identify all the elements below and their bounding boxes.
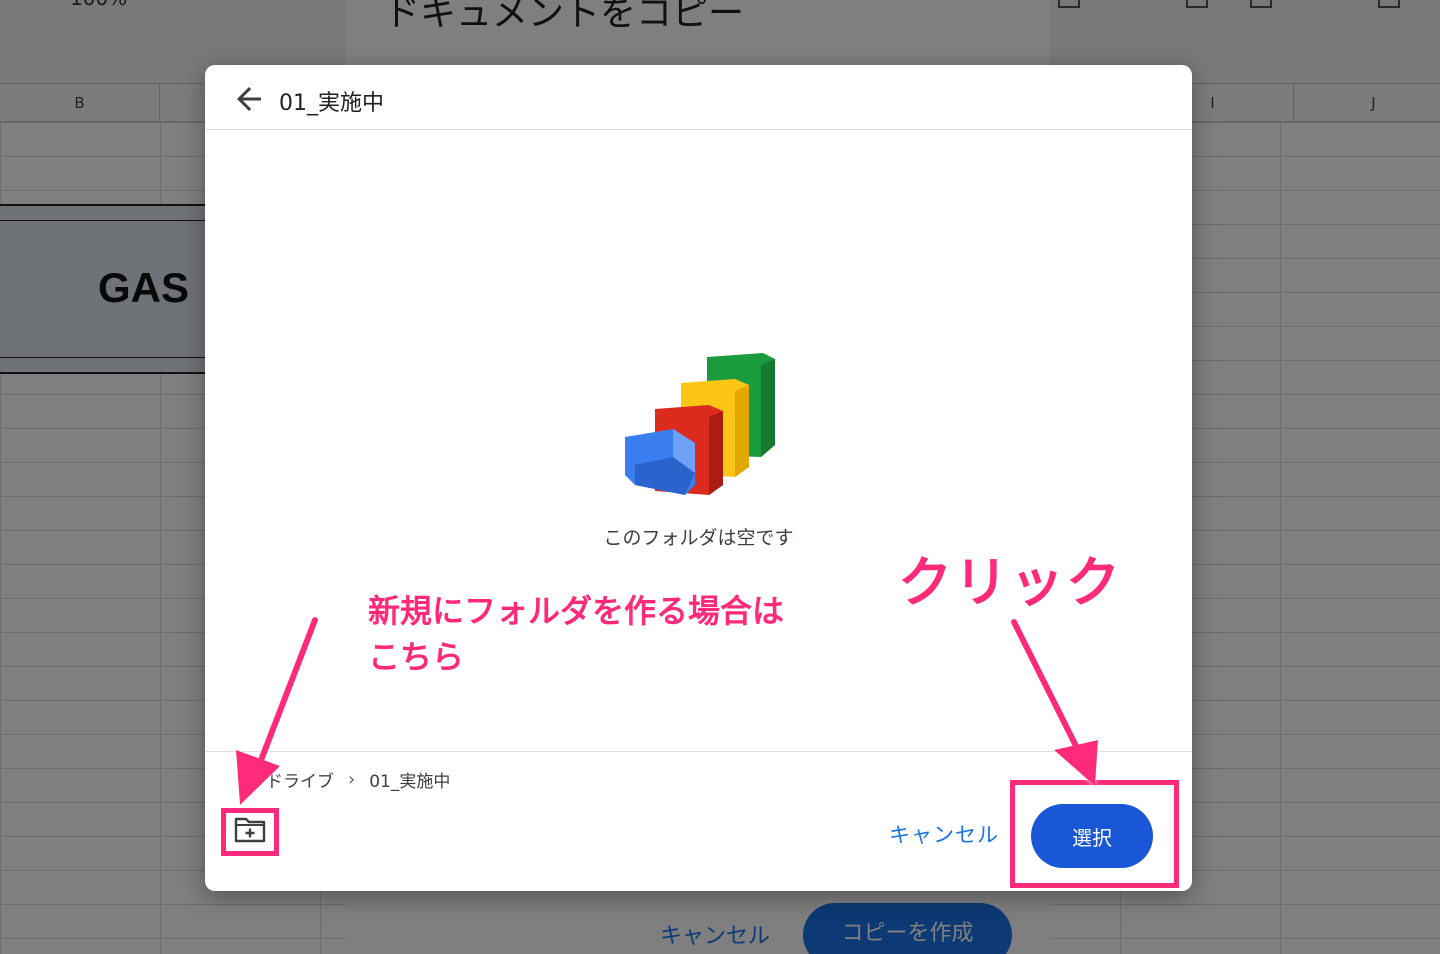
highlight-select-button [1010,780,1179,888]
back-button[interactable] [231,81,267,117]
annotation-click: クリック [898,551,1122,614]
highlight-new-folder [221,808,279,856]
empty-folder-illustration [625,353,775,495]
picker-header: 01_実施中 [205,65,1192,130]
breadcrumb-my-drive[interactable]: イドライブ [249,767,334,792]
footer-divider [205,751,1192,752]
breadcrumb-current-folder[interactable]: 01_実施中 [369,767,450,792]
annotation-new-folder: 新規にフォルダを作る場合は こちら [368,588,848,680]
arrow-back-icon [237,87,261,111]
picker-title: 01_実施中 [279,91,384,116]
cancel-button[interactable]: キャンセル [889,819,999,849]
annotation-line-2: こちら [368,638,465,676]
chevron-right-icon: › [348,769,356,790]
breadcrumb: イドライブ › 01_実施中 [249,767,450,792]
annotation-line-1: 新規にフォルダを作る場合は [368,592,785,630]
folder-picker-dialog: 01_実施中 このフォルダは空です イドライブ › 01_実施中 キャンセル 選… [205,65,1192,891]
